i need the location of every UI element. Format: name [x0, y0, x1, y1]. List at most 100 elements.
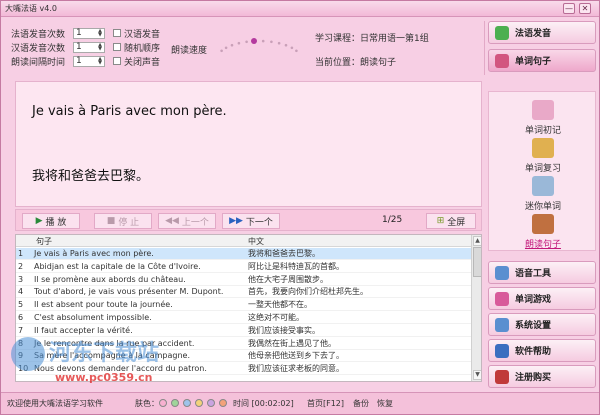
row-french: Je vais à Paris avec mon père.	[34, 249, 154, 258]
interval-stepper[interactable]: 1 ▲ ▼	[73, 55, 105, 67]
row-number: 2	[18, 261, 24, 271]
next-icon: ▶▶	[229, 216, 243, 226]
sidebar-words-sentences[interactable]: 单词句子	[488, 49, 596, 72]
spinner-chinese-count: 汉语发音次数 1 ▲ ▼	[11, 41, 105, 54]
prev-button[interactable]: ◀◀ 上一个	[158, 213, 216, 229]
table-row[interactable]: 4 Tout d'abord, je vais vous présenter M.…	[16, 286, 471, 299]
play-button[interactable]: ▶ 播 放	[22, 213, 80, 229]
slider-track-dots	[220, 39, 298, 53]
row-number: 1	[18, 249, 24, 258]
slider-dot	[245, 40, 248, 44]
spinner-interval: 朗读间隔时间 1 ▲ ▼	[11, 55, 105, 68]
stop-icon: ■	[106, 216, 116, 226]
skin-swatch[interactable]	[159, 399, 167, 407]
next-button[interactable]: ▶▶ 下一个	[222, 213, 280, 229]
scroll-up-icon[interactable]: ▲	[473, 236, 481, 246]
vertical-scrollbar[interactable]: ▲ ▼	[471, 235, 481, 381]
window-title: 大嘴法语 v4.0	[5, 4, 57, 13]
spinner-label: 法语发音次数	[11, 29, 66, 40]
chinese-count-stepper[interactable]: 1 ▲ ▼	[73, 41, 105, 53]
checkbox-box[interactable]	[113, 57, 121, 65]
cart-icon	[495, 369, 509, 384]
column-header-sentence[interactable]: 句子	[36, 236, 52, 247]
monitor-icon	[532, 176, 554, 196]
column-header-chinese[interactable]: 中文	[248, 236, 264, 247]
sub-word-review[interactable]: 单词复习	[489, 138, 597, 174]
row-number: 6	[18, 313, 24, 322]
stepper-arrows-icon[interactable]: ▲ ▼	[98, 43, 102, 52]
table-header: 句子 中文	[16, 235, 471, 247]
skin-swatch[interactable]	[195, 399, 203, 407]
sub-read-sentences[interactable]: 朗读句子	[489, 214, 597, 250]
watermark-url: www.pc0359.cn	[55, 371, 153, 384]
stop-button[interactable]: ■ 停 止	[94, 213, 152, 229]
table-row[interactable]: 5 Il est absent pour toute la journée. 一整天…	[16, 299, 471, 312]
checkbox-box[interactable]	[113, 43, 121, 51]
row-french: Tout d'abord, je vais vous présenter M. …	[34, 287, 224, 297]
random-order-checkbox[interactable]: 随机顺序	[113, 41, 160, 54]
scroll-down-icon[interactable]: ▼	[473, 370, 481, 380]
table-row[interactable]: 2 Abidjan est la capitale de la Côte d'Iv…	[16, 261, 471, 273]
voice-tool-icon	[495, 265, 509, 280]
books-icon	[495, 53, 509, 68]
skin-swatch[interactable]	[171, 399, 179, 407]
row-chinese: 阿比让是科特迪瓦的首都。	[248, 261, 344, 271]
sidebar-system-settings[interactable]: 系统设置	[488, 313, 596, 336]
close-button[interactable]: ✕	[579, 3, 591, 14]
restore-link[interactable]: 恢复	[377, 398, 393, 409]
fullscreen-button[interactable]: ⊞ 全屏	[426, 213, 476, 229]
welcome-text: 欢迎使用大嘴法语学习软件	[7, 399, 103, 408]
french-count-stepper[interactable]: 1 ▲ ▼	[73, 27, 105, 39]
time-display: 时间 [00:02:02]	[233, 399, 294, 408]
playback-toolbar: ▶ 播 放 ■ 停 止 ◀◀ 上一个 ▶▶ 下一个 1/25 ⊞ 全屏	[15, 209, 482, 231]
table-row[interactable]: 1 Je vais à Paris avec mon père. 我将和爸爸去巴黎。	[16, 248, 471, 260]
sub-word-first-memory[interactable]: 单词初记	[489, 100, 597, 136]
spinner-label: 朗读间隔时间	[11, 57, 66, 68]
minimize-button[interactable]: —	[563, 3, 575, 14]
sidebar-help[interactable]: 软件帮助	[488, 339, 596, 362]
slider-dot	[261, 39, 265, 43]
course-info: 学习课程：日常用语一第1组	[315, 34, 429, 44]
row-chinese: 这绝对不可能。	[248, 313, 304, 322]
row-french: Il est absent pour toute la journée.	[34, 300, 173, 310]
skin-swatch[interactable]	[207, 399, 215, 407]
sidebar-word-games[interactable]: 单词游戏	[488, 287, 596, 310]
sub-mini-words[interactable]: 迷你单词	[489, 176, 597, 212]
home-link[interactable]: 首页[F12]	[307, 398, 344, 409]
sidebar-register[interactable]: 注册购买	[488, 365, 596, 388]
game-icon	[495, 291, 509, 306]
french-sentence: Je vais à Paris avec mon père.	[32, 104, 227, 119]
checkbox-box[interactable]	[113, 29, 121, 37]
slider-dot	[295, 49, 298, 53]
slider-dot	[237, 41, 241, 45]
row-french: Abidjan est la capitale de la Côte d'Ivo…	[34, 261, 201, 271]
prev-icon: ◀◀	[165, 216, 179, 226]
sidebar-french-pronunciation[interactable]: 法语发音	[488, 21, 596, 44]
slider-dot	[224, 46, 228, 50]
watermark-logo-icon	[11, 337, 45, 371]
row-chinese: 我将和爸爸去巴黎。	[248, 249, 320, 258]
mute-checkbox[interactable]: 关闭声音	[113, 55, 160, 68]
row-number: 3	[18, 274, 24, 284]
pen-book-icon	[532, 214, 554, 234]
chinese-voice-checkbox[interactable]: 汉语发音	[113, 27, 160, 40]
skin-swatch[interactable]	[219, 399, 227, 407]
notebook-icon	[532, 100, 554, 120]
stepper-arrows-icon[interactable]: ▲ ▼	[98, 29, 102, 38]
speed-slider[interactable]	[213, 33, 305, 63]
position-info: 当前位置：朗读句子	[315, 58, 397, 68]
row-french: C'est absolument impossible.	[34, 313, 152, 322]
row-french: Il se promène aux abords du château.	[34, 274, 186, 284]
sidebar-voice-tools[interactable]: 语音工具	[488, 261, 596, 284]
fullscreen-icon: ⊞	[436, 216, 445, 226]
backup-link[interactable]: 备份	[353, 398, 369, 409]
chinese-translation: 我将和爸爸去巴黎。	[32, 169, 150, 184]
table-row[interactable]: 3 Il se promène aux abords du château. 他在大…	[16, 274, 471, 286]
scrollbar-thumb[interactable]	[473, 247, 481, 277]
stepper-arrows-icon[interactable]: ▲ ▼	[98, 57, 102, 66]
sidebar: 法语发音 单词句子 单词初记 单词复习 迷你单词 朗读句子 语音工具 单词游戏 …	[488, 21, 596, 389]
skin-swatch[interactable]	[183, 399, 191, 407]
status-bar: 欢迎使用大嘴法语学习软件 肤色： 时间 [00:02:02] 首页[F12] 备…	[1, 392, 599, 414]
watermark-text: 河东下载站	[49, 341, 160, 366]
table-row[interactable]: 6 C'est absolument impossible. 这绝对不可能。	[16, 312, 471, 324]
